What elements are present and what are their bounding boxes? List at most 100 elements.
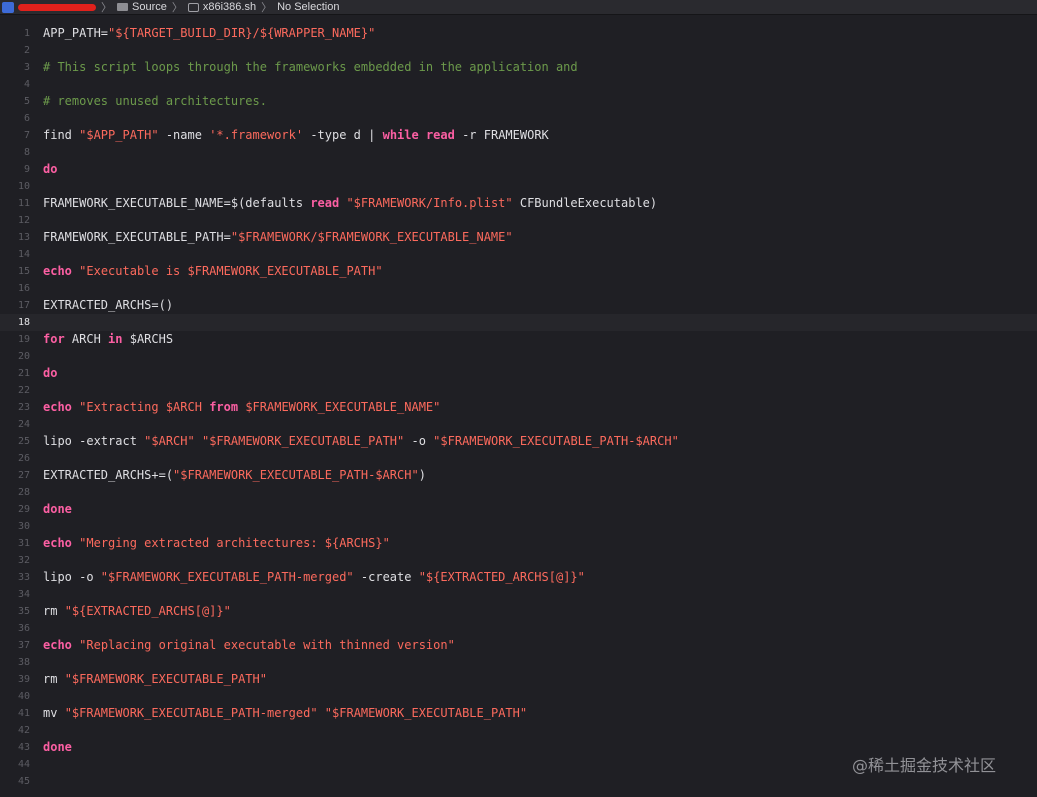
code-text[interactable]: EXTRACTED_ARCHS=(): [43, 297, 173, 314]
line-number: 22: [17, 385, 30, 396]
line-number: 25: [17, 436, 30, 447]
line-number: 29: [17, 504, 30, 515]
code-text[interactable]: # removes unused architectures.: [43, 93, 267, 110]
code-line[interactable]: 1 APP_PATH="${TARGET_BUILD_DIR}/${WRAPPER…: [0, 25, 1037, 42]
code-text[interactable]: rm "$FRAMEWORK_EXECUTABLE_PATH": [43, 671, 267, 688]
code-line[interactable]: 42: [0, 722, 1037, 739]
code-text[interactable]: FRAMEWORK_EXECUTABLE_NAME=$(defaults rea…: [43, 195, 657, 212]
code-line[interactable]: 35 rm "${EXTRACTED_ARCHS[@]}": [0, 603, 1037, 620]
code-line[interactable]: 40: [0, 688, 1037, 705]
code-line[interactable]: 24: [0, 416, 1037, 433]
code-token: # removes unused architectures.: [43, 94, 267, 108]
code-text[interactable]: do: [43, 365, 57, 382]
code-text[interactable]: find "$APP_PATH" -name '*.framework' -ty…: [43, 127, 549, 144]
code-line[interactable]: 16: [0, 280, 1037, 297]
code-token: echo: [43, 400, 72, 414]
code-line[interactable]: 33 lipo -o "$FRAMEWORK_EXECUTABLE_PATH-me…: [0, 569, 1037, 586]
code-token: "$FRAMEWORK_EXECUTABLE_PATH-merged": [64, 706, 318, 720]
code-line[interactable]: 18: [0, 314, 1037, 331]
code-token: rm: [43, 604, 65, 618]
code-line[interactable]: 6: [0, 110, 1037, 127]
line-number: 10: [17, 181, 30, 192]
code-text[interactable]: FRAMEWORK_EXECUTABLE_PATH="$FRAMEWORK/$F…: [43, 229, 513, 246]
code-line[interactable]: 21 do: [0, 365, 1037, 382]
line-number: 37: [17, 640, 30, 651]
code-line[interactable]: 19 for ARCH in $ARCHS: [0, 331, 1037, 348]
code-text[interactable]: APP_PATH="${TARGET_BUILD_DIR}/${WRAPPER_…: [43, 25, 375, 42]
code-text[interactable]: echo "Executable is $FRAMEWORK_EXECUTABL…: [43, 263, 383, 280]
code-text[interactable]: mv "$FRAMEWORK_EXECUTABLE_PATH-merged" "…: [43, 705, 527, 722]
code-line[interactable]: 37 echo "Replacing original executable wi…: [0, 637, 1037, 654]
code-line[interactable]: 38: [0, 654, 1037, 671]
code-line[interactable]: 22: [0, 382, 1037, 399]
code-text[interactable]: echo "Extracting $ARCH from $FRAMEWORK_E…: [43, 399, 440, 416]
code-line[interactable]: 29 done: [0, 501, 1037, 518]
code-line[interactable]: 25 lipo -extract "$ARCH" "$FRAMEWORK_EXEC…: [0, 433, 1037, 450]
code-token: FRAMEWORK_EXECUTABLE_NAME=$(defaults: [43, 196, 311, 210]
line-number: 31: [17, 538, 30, 549]
code-line[interactable]: 36: [0, 620, 1037, 637]
line-number: 17: [17, 300, 30, 311]
code-text[interactable]: done: [43, 739, 72, 756]
line-number: 41: [17, 708, 30, 719]
code-line[interactable]: 3 # This script loops through the framewo…: [0, 59, 1037, 76]
code-line[interactable]: 23 echo "Extracting $ARCH from $FRAMEWORK…: [0, 399, 1037, 416]
code-line[interactable]: 12: [0, 212, 1037, 229]
code-line[interactable]: 7 find "$APP_PATH" -name '*.framework' -t…: [0, 127, 1037, 144]
code-text[interactable]: lipo -extract "$ARCH" "$FRAMEWORK_EXECUT…: [43, 433, 679, 450]
code-token: "$FRAMEWORK_EXECUTABLE_PATH": [324, 706, 528, 720]
code-text[interactable]: lipo -o "$FRAMEWORK_EXECUTABLE_PATH-merg…: [43, 569, 585, 586]
code-line[interactable]: 39 rm "$FRAMEWORK_EXECUTABLE_PATH": [0, 671, 1037, 688]
breadcrumb-item-selection[interactable]: No Selection: [277, 1, 339, 13]
line-number: 2: [23, 45, 30, 56]
code-line[interactable]: 31 echo "Merging extracted architectures:…: [0, 535, 1037, 552]
code-token: -r FRAMEWORK: [454, 128, 549, 142]
code-line[interactable]: 17 EXTRACTED_ARCHS=(): [0, 297, 1037, 314]
code-line[interactable]: 8: [0, 144, 1037, 161]
line-number: 32: [17, 555, 30, 566]
code-line[interactable]: 20: [0, 348, 1037, 365]
code-text[interactable]: EXTRACTED_ARCHS+=("$FRAMEWORK_EXECUTABLE…: [43, 467, 426, 484]
code-line[interactable]: 9 do: [0, 161, 1037, 178]
code-text[interactable]: do: [43, 161, 57, 178]
code-token: FRAMEWORK_EXECUTABLE_PATH=: [43, 230, 231, 244]
code-token: "Extracting $ARCH: [79, 400, 210, 414]
code-line[interactable]: 26: [0, 450, 1037, 467]
code-line[interactable]: 32: [0, 552, 1037, 569]
code-line[interactable]: 27 EXTRACTED_ARCHS+=("$FRAMEWORK_EXECUTAB…: [0, 467, 1037, 484]
code-token: from: [209, 400, 239, 414]
code-line[interactable]: 14: [0, 246, 1037, 263]
line-number: 7: [23, 130, 30, 141]
code-line[interactable]: 28: [0, 484, 1037, 501]
code-line[interactable]: 15 echo "Executable is $FRAMEWORK_EXECUTA…: [0, 263, 1037, 280]
line-number: 39: [17, 674, 30, 685]
jump-bar: 〉 Source 〉 x86i386.sh 〉 No Selection: [0, 0, 1037, 15]
code-line[interactable]: 41 mv "$FRAMEWORK_EXECUTABLE_PATH-merged"…: [0, 705, 1037, 722]
code-token: -o: [404, 434, 434, 448]
line-number: 40: [17, 691, 30, 702]
code-line[interactable]: 10: [0, 178, 1037, 195]
code-text[interactable]: # This script loops through the framewor…: [43, 59, 578, 76]
code-token: CFBundleExecutable): [512, 196, 658, 210]
line-number: 14: [17, 249, 30, 260]
breadcrumb-item-source[interactable]: Source: [117, 1, 167, 13]
code-line[interactable]: 30: [0, 518, 1037, 535]
code-line[interactable]: 13 FRAMEWORK_EXECUTABLE_PATH="$FRAMEWORK/…: [0, 229, 1037, 246]
project-icon[interactable]: [2, 1, 14, 13]
code-token: $ARCHS: [122, 332, 174, 346]
code-line[interactable]: 4: [0, 76, 1037, 93]
code-text[interactable]: rm "${EXTRACTED_ARCHS[@]}": [43, 603, 231, 620]
breadcrumb-item-file[interactable]: x86i386.sh: [187, 1, 256, 13]
code-line[interactable]: 2: [0, 42, 1037, 59]
code-text[interactable]: for ARCH in $ARCHS: [43, 331, 173, 348]
code-line[interactable]: 5 # removes unused architectures.: [0, 93, 1037, 110]
code-text[interactable]: done: [43, 501, 72, 518]
code-line[interactable]: 34: [0, 586, 1037, 603]
code-text[interactable]: echo "Replacing original executable with…: [43, 637, 455, 654]
code-line[interactable]: 11 FRAMEWORK_EXECUTABLE_NAME=$(defaults r…: [0, 195, 1037, 212]
code-editor[interactable]: 1 APP_PATH="${TARGET_BUILD_DIR}/${WRAPPER…: [0, 15, 1037, 797]
code-token: EXTRACTED_ARCHS=(): [43, 298, 174, 312]
terminal-file-icon: [187, 2, 199, 12]
code-token: echo: [43, 536, 72, 550]
code-text[interactable]: echo "Merging extracted architectures: $…: [43, 535, 390, 552]
